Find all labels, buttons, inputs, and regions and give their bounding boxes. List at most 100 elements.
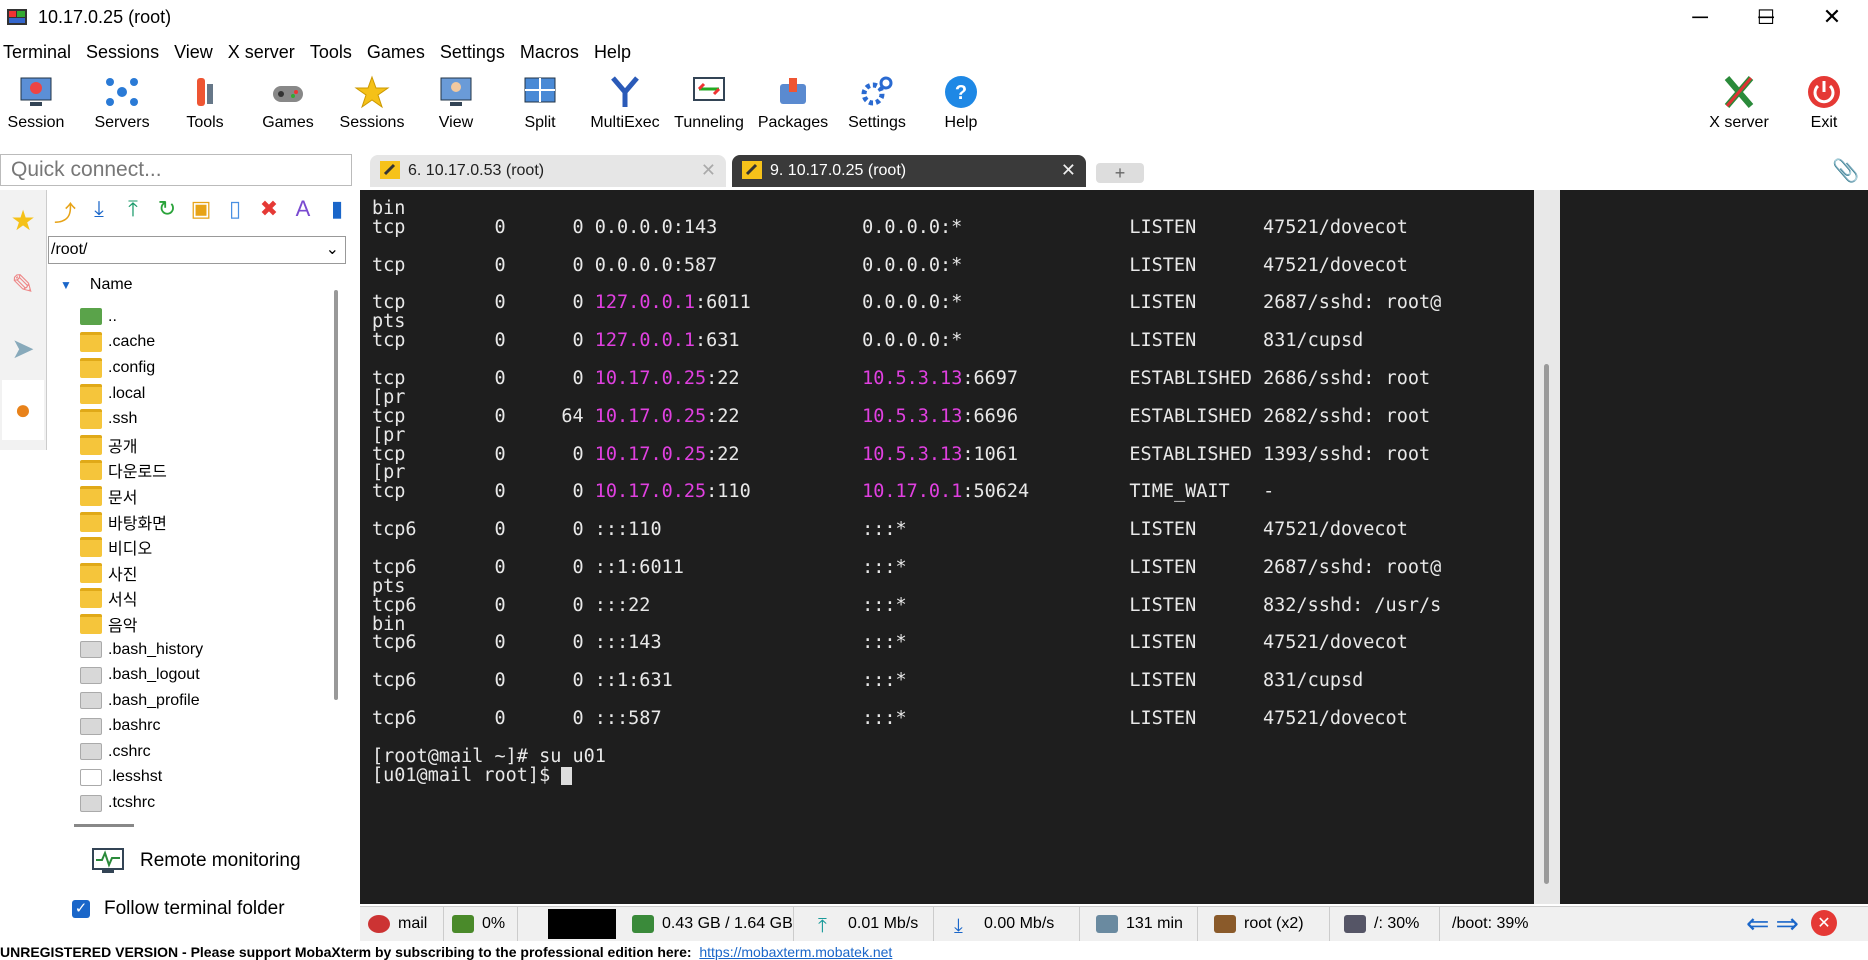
parent-dir-item[interactable]: .. xyxy=(80,304,340,330)
folder-item[interactable]: .local xyxy=(80,381,340,407)
new-folder-icon[interactable]: ▣ xyxy=(184,196,218,232)
file-item[interactable]: .bashrc xyxy=(80,714,340,740)
upload-icon[interactable]: ⤒ xyxy=(116,196,150,232)
session-tab-1[interactable]: 6. 10.17.0.53 (root) ✕ xyxy=(370,155,726,187)
folder-item[interactable]: 다운로드 xyxy=(80,458,340,484)
multiexec-icon xyxy=(611,76,639,107)
terminal-text: pts xyxy=(372,575,406,597)
file-name: .config xyxy=(108,358,156,376)
tools-sidebar-icon[interactable]: ✎ xyxy=(2,254,44,314)
folder-item[interactable]: .ssh xyxy=(80,406,340,432)
folder-item[interactable]: 바탕화면 xyxy=(80,509,340,535)
menu-settings[interactable]: Settings xyxy=(437,42,513,66)
close-window-button[interactable]: ✕ xyxy=(1802,0,1862,34)
follow-terminal-folder-checkbox[interactable]: ✓ Follow terminal folder xyxy=(72,898,285,920)
games-button[interactable]: Games xyxy=(246,72,330,146)
terminal-text: :22 xyxy=(706,368,863,390)
remote-monitoring-button[interactable]: Remote monitoring xyxy=(92,848,301,874)
chevron-down-icon[interactable]: ⌄ xyxy=(326,239,339,259)
terminal-scrollbar-thumb[interactable] xyxy=(1544,364,1549,884)
sessions-sidebar-star-icon[interactable]: ★ xyxy=(2,190,44,250)
file-item[interactable]: .lesshst xyxy=(80,765,340,791)
new-file-icon[interactable]: ▯ xyxy=(218,196,252,232)
terminal-text: tcp6 0 0 ::1:6011 :::* LISTEN 2687/sshd:… xyxy=(372,556,1442,578)
sessions-button[interactable]: Sessions xyxy=(330,72,414,146)
folder-item[interactable]: 음악 xyxy=(80,611,340,637)
arrow-right-icon[interactable]: ⇒ xyxy=(1775,907,1798,940)
paperclip-icon[interactable]: 📎 xyxy=(1832,158,1859,184)
parent-folder-icon[interactable]: ⤴ xyxy=(48,196,82,232)
folder-icon xyxy=(80,383,102,404)
macros-sidebar-send-icon[interactable]: ➤ xyxy=(2,318,44,378)
packages-button[interactable]: Packages xyxy=(751,72,835,146)
file-item[interactable]: .cshrc xyxy=(80,739,340,765)
view-button[interactable]: View xyxy=(414,72,498,146)
rename-icon[interactable]: A xyxy=(286,196,320,232)
folder-icon xyxy=(80,562,102,583)
settings-button[interactable]: Settings xyxy=(835,72,919,146)
stop-icon[interactable]: ✕ xyxy=(1810,910,1837,936)
delete-icon[interactable]: ✖ xyxy=(252,196,286,232)
folder-item[interactable]: 서식 xyxy=(80,586,340,612)
mobaxterm-link[interactable]: https://mobaxterm.mobatek.net xyxy=(699,944,892,960)
help-button[interactable]: ? Help xyxy=(919,72,1003,146)
x-server-button[interactable]: X server xyxy=(1697,72,1781,146)
checkbox-checked-icon[interactable]: ✓ xyxy=(72,900,90,918)
terminal-line: tcp6 0 0 :::587 :::* LISTEN 47521/doveco… xyxy=(372,708,1441,729)
menu-help[interactable]: Help xyxy=(591,42,639,66)
session-button[interactable]: Session xyxy=(0,72,78,146)
folder-item[interactable]: 문서 xyxy=(80,483,340,509)
file-item[interactable]: .bash_history xyxy=(80,637,340,663)
menu-terminal[interactable]: Terminal xyxy=(0,42,79,66)
split-button[interactable]: Split xyxy=(498,72,582,146)
remote-path-field[interactable]: /root/ ⌄ xyxy=(48,236,346,264)
folder-item[interactable]: .config xyxy=(80,355,340,381)
horizontal-scrollbar[interactable] xyxy=(74,824,134,827)
servers-button[interactable]: Servers xyxy=(80,72,164,146)
menu-sessions[interactable]: Sessions xyxy=(83,42,167,66)
permissions-icon[interactable]: ▮ xyxy=(320,196,354,232)
folder-item[interactable]: 사진 xyxy=(80,560,340,586)
menu-x-server[interactable]: X server xyxy=(225,42,303,66)
menu-macros[interactable]: Macros xyxy=(517,42,587,66)
menu-view[interactable]: View xyxy=(171,42,221,66)
sidebar-tabs: ★ ✎ ➤ ● xyxy=(0,190,47,450)
terminal-line: pts xyxy=(372,575,1441,597)
session-tab-2-active[interactable]: 9. 10.17.0.25 (root) ✕ xyxy=(732,155,1086,187)
file-list-scrollbar[interactable] xyxy=(334,290,338,700)
name-column-header[interactable]: ▼ Name xyxy=(60,276,133,294)
file-name: .bash_history xyxy=(108,640,204,658)
download-icon[interactable]: ⤓ xyxy=(82,196,116,232)
file-item[interactable]: .bash_logout xyxy=(80,662,340,688)
terminal-text: :22 xyxy=(706,405,863,427)
folder-item[interactable]: 공개 xyxy=(80,432,340,458)
terminal-tab-icon xyxy=(742,161,762,179)
file-item[interactable]: .bash_profile xyxy=(80,688,340,714)
sftp-sidebar-globe-icon[interactable]: ● xyxy=(2,380,44,440)
tools-button[interactable]: Tools xyxy=(163,72,247,146)
ip-address: 127.0.0.1 xyxy=(594,330,696,352)
folder-item[interactable]: .cache xyxy=(80,330,340,356)
minimize-button[interactable]: ─ xyxy=(1670,0,1730,34)
tunneling-button[interactable]: Tunneling xyxy=(667,72,751,146)
maximize-button[interactable]: ☐ xyxy=(1736,0,1796,34)
menu-tools[interactable]: Tools xyxy=(307,42,360,66)
file-item[interactable]: .tcshrc xyxy=(80,790,340,816)
download-arrow-icon: ⤓ xyxy=(954,915,963,937)
exit-button[interactable]: Exit xyxy=(1782,72,1866,146)
file-name: .bashrc xyxy=(108,717,161,735)
multiexec-button[interactable]: MultiExec xyxy=(583,72,667,146)
terminal-line: [pr xyxy=(372,387,1441,408)
refresh-icon[interactable]: ↻ xyxy=(150,196,184,232)
file-icon xyxy=(80,641,102,659)
close-tab-icon[interactable]: ✕ xyxy=(1061,160,1076,181)
folder-item[interactable]: 비디오 xyxy=(80,534,340,560)
file-name: .tcshrc xyxy=(108,794,156,812)
quick-connect-input[interactable]: Quick connect... xyxy=(0,154,352,186)
menu-games[interactable]: Games xyxy=(364,42,433,66)
close-tab-icon[interactable]: ✕ xyxy=(701,160,716,181)
new-tab-button[interactable]: + xyxy=(1096,163,1144,183)
arrow-left-icon[interactable]: ⇐ xyxy=(1746,907,1769,940)
file-icon xyxy=(80,794,102,812)
